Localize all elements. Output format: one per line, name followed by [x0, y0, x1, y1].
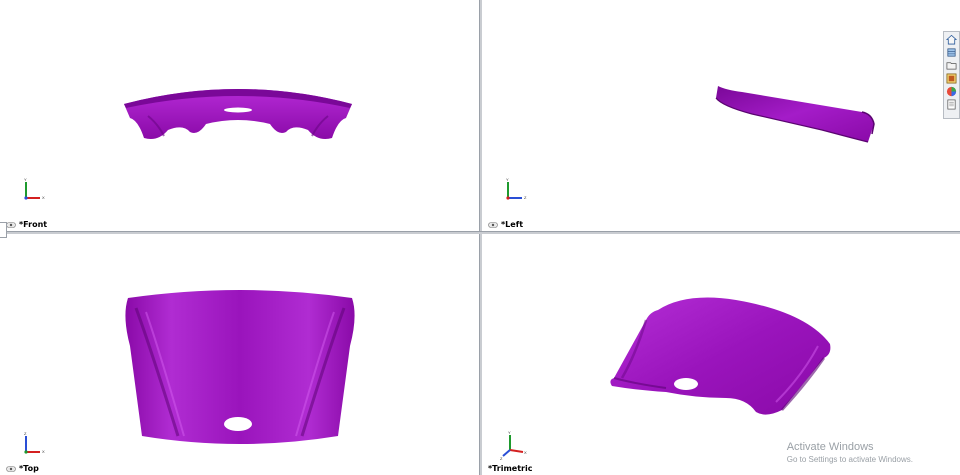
svg-text:X: X [524, 450, 527, 455]
viewport-link-icon[interactable] [488, 221, 498, 228]
task-pane-tabs [943, 31, 960, 119]
viewport-name: *Left [501, 220, 524, 229]
coordinate-triad: Z X [18, 430, 48, 460]
svg-text:X: X [42, 195, 45, 200]
custom-properties-icon[interactable] [946, 98, 958, 110]
viewport-trimetric[interactable]: Y X Z *Trimetric [482, 234, 960, 475]
svg-text:Y: Y [506, 177, 509, 182]
part-trimetric-view [610, 297, 831, 415]
appearances-icon[interactable] [946, 85, 958, 97]
viewport-name: *Top [19, 464, 39, 473]
coordinate-triad: Y Z [500, 176, 530, 206]
splitter-handle[interactable] [0, 222, 7, 238]
viewport-name: *Front [19, 220, 48, 229]
viewport-link-icon[interactable] [6, 221, 16, 228]
svg-text:X: X [42, 449, 45, 454]
svg-text:Y: Y [24, 177, 27, 182]
svg-text:Z: Z [500, 456, 503, 460]
watermark-title: Activate Windows [786, 441, 874, 453]
part-front-view [124, 89, 352, 139]
viewport-label: *Trimetric [488, 464, 532, 473]
viewport-label: *Front [6, 220, 47, 229]
file-explorer-icon[interactable] [946, 59, 958, 71]
viewport-splitter-horizontal[interactable] [0, 231, 960, 234]
coordinate-triad: Y X [18, 176, 48, 206]
view-palette-icon[interactable] [946, 72, 958, 84]
viewport-label: *Top [6, 464, 39, 473]
viewport-link-icon[interactable] [6, 465, 16, 472]
viewport-label: *Left [488, 220, 523, 229]
home-icon[interactable] [946, 33, 958, 45]
viewport-top[interactable]: Z X *Top [0, 234, 479, 475]
svg-text:Z: Z [524, 195, 527, 200]
coordinate-triad: Y X Z [500, 430, 530, 461]
svg-text:Z: Z [24, 431, 27, 436]
viewport-name: *Trimetric [488, 464, 533, 473]
svg-text:Y: Y [508, 430, 511, 435]
design-library-icon[interactable] [946, 46, 958, 58]
watermark-subtitle: Go to Settings to activate Windows. [786, 455, 913, 464]
part-left-view [715, 86, 875, 143]
viewport-left[interactable]: Y Z *Left [482, 0, 960, 231]
viewport-front[interactable]: Y X *Front [0, 0, 479, 231]
windows-activation-watermark: Activate Windows Go to Settings to activ… [787, 440, 913, 466]
viewport-splitter-vertical[interactable] [479, 0, 482, 475]
part-top-view [125, 290, 355, 444]
